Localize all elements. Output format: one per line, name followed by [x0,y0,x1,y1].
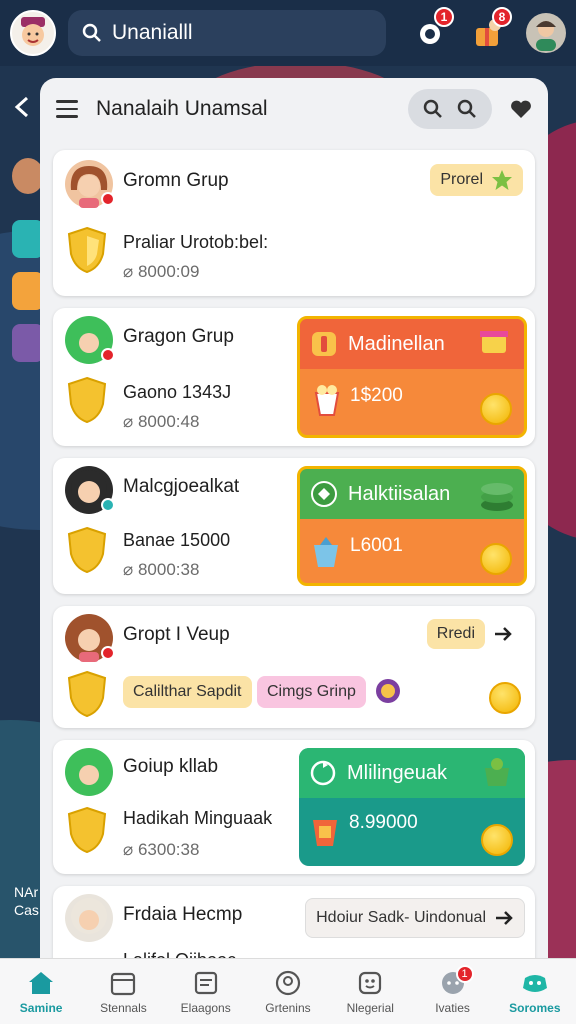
promo-value: L6001 [350,535,403,556]
nav-nlegerial[interactable]: Nlegerial [329,959,411,1024]
bottle-icon [312,332,336,356]
group-card[interactable]: Gromn Grup Prorel Praliar Urotob:bel: ⌀ … [53,150,535,296]
avatar [65,748,113,796]
shield-icon [67,226,107,274]
side-label-a: NAr [14,884,39,900]
user-avatar-button[interactable] [526,13,566,53]
group-name: Gropt I Veup [123,624,230,645]
nav-stennals[interactable]: Stennals [82,959,164,1024]
group-subtitle: Praliar Urotob:bel: [123,232,269,252]
arrow-right-icon [495,627,512,641]
promo-title: Halktiisalan [348,482,451,505]
avatar [65,160,115,208]
side-label-b: Cas [14,902,39,918]
coin-icon [481,824,513,856]
candy-icon [376,679,400,703]
nav-elaagons[interactable]: Elaagons [165,959,247,1024]
group-name: Gragon Grup [123,326,234,347]
gift-badge: 8 [492,7,512,27]
heart-icon[interactable] [510,99,532,119]
arrow-right-icon [496,911,513,925]
search-icon[interactable] [457,99,477,119]
popcorn-icon [314,385,340,416]
document-icon [194,971,217,994]
avatar [65,894,113,942]
gifts-button[interactable]: 8 [468,7,512,53]
status-chip[interactable]: Rredi [417,618,523,650]
coin-icon [480,393,512,425]
timestamp: ⌀ 8000:48 [123,412,200,431]
group-card[interactable]: Goiup kllab Hadikah Minguaak ⌀ 6300:38 M… [53,740,535,874]
notification-badge: 1 [434,7,454,27]
group-name: Goiup kllab [123,756,219,777]
promo-card[interactable]: Mlilingeuak 8.99000 [299,748,525,866]
bottom-navigation: Samine Stennals Elaagons Grtenins Nleger… [0,958,576,1024]
search-toggle[interactable] [408,89,492,129]
tag-chip[interactable]: Cimgs Grinp [257,676,366,708]
refresh-icon [310,760,336,786]
nav-ivaties[interactable]: 1 Ivaties [411,959,493,1024]
group-panel: Nanalaih Unamsal Gromn Grup Prorel Prali… [40,78,548,960]
shield-icon [67,806,107,854]
avatar [65,614,115,662]
avatar [65,466,115,514]
status-chip[interactable]: Prorel [430,164,523,196]
promo-title: Mlilingeuak [347,761,448,784]
avatar [65,316,115,364]
group-name: Malcgjoealkat [123,476,240,497]
nav-grtenins[interactable]: Grtenins [247,959,329,1024]
group-name: Frdaia Hecmp [123,904,243,925]
tag-chip[interactable]: Calilthar Sapdit [123,676,252,708]
timestamp: ⌀ 6300:38 [123,840,200,859]
search-icon[interactable] [423,99,443,119]
face-icon [359,971,382,994]
group-subtitle: Hadikah Minguaak [123,808,273,828]
home-icon [29,971,54,994]
group-card[interactable]: Malcgjoealkat Banae 15000 ⌀ 8000:38 Halk… [53,458,535,594]
user-avatar-icon [536,21,556,51]
search-input[interactable]: Unanialll [112,21,193,45]
money-stack-icon [481,483,513,511]
coin-icon [480,543,512,575]
coin-icon [489,682,521,714]
back-arrow-icon[interactable] [14,94,30,125]
shield-icon [67,376,107,424]
box-icon [314,537,338,567]
search-bar[interactable]: Unanialll [68,10,386,56]
nav-badge: 1 [455,964,474,983]
menu-icon[interactable] [56,100,78,118]
top-bar: Unanialll 1 8 [0,0,576,66]
timestamp: ⌀ 8000:09 [123,262,200,281]
nav-soromes[interactable]: Soromes [494,959,576,1024]
timestamp: ⌀ 8000:38 [123,560,200,579]
promo-title: Madinellan [348,332,445,355]
shield-icon [67,526,107,574]
shield-icon [67,670,107,718]
game-icon [522,974,547,992]
group-card[interactable]: Gropt I Veup Rredi Calilthar Sapdit Cimg… [53,606,535,728]
search-icon [82,23,101,42]
nav-home[interactable]: Samine [0,959,82,1024]
bookmark-icon [313,820,337,846]
panel-title: Nanalaih Unamsal [96,97,268,120]
promo-card[interactable]: Halktiisalan L6001 [297,466,527,586]
promo-value: 8.99000 [349,812,418,833]
profile-icon [275,970,301,995]
gift-icon [480,331,508,353]
group-name: Gromn Grup [123,170,229,191]
status-chip[interactable]: Hdoiur Sadk- Uindonual [305,898,525,938]
promo-value: 1$200 [350,385,403,406]
promo-card[interactable]: Madinellan 1$200 [297,316,527,438]
pot-icon [485,758,509,786]
star-icon [492,170,512,190]
group-card[interactable]: Frdaia Hecmp Hdoiur Sadk- Uindonual Lali… [53,886,535,960]
notifications-button[interactable]: 1 [410,7,454,53]
group-card[interactable]: Gragon Grup Gaono 1343J ⌀ 8000:48 Madine… [53,308,535,446]
leaf-icon [311,481,337,507]
group-subtitle: Gaono 1343J [123,382,232,402]
group-subtitle: Banae 15000 [123,530,231,550]
profile-avatar[interactable] [10,10,56,56]
calendar-icon [111,972,136,995]
